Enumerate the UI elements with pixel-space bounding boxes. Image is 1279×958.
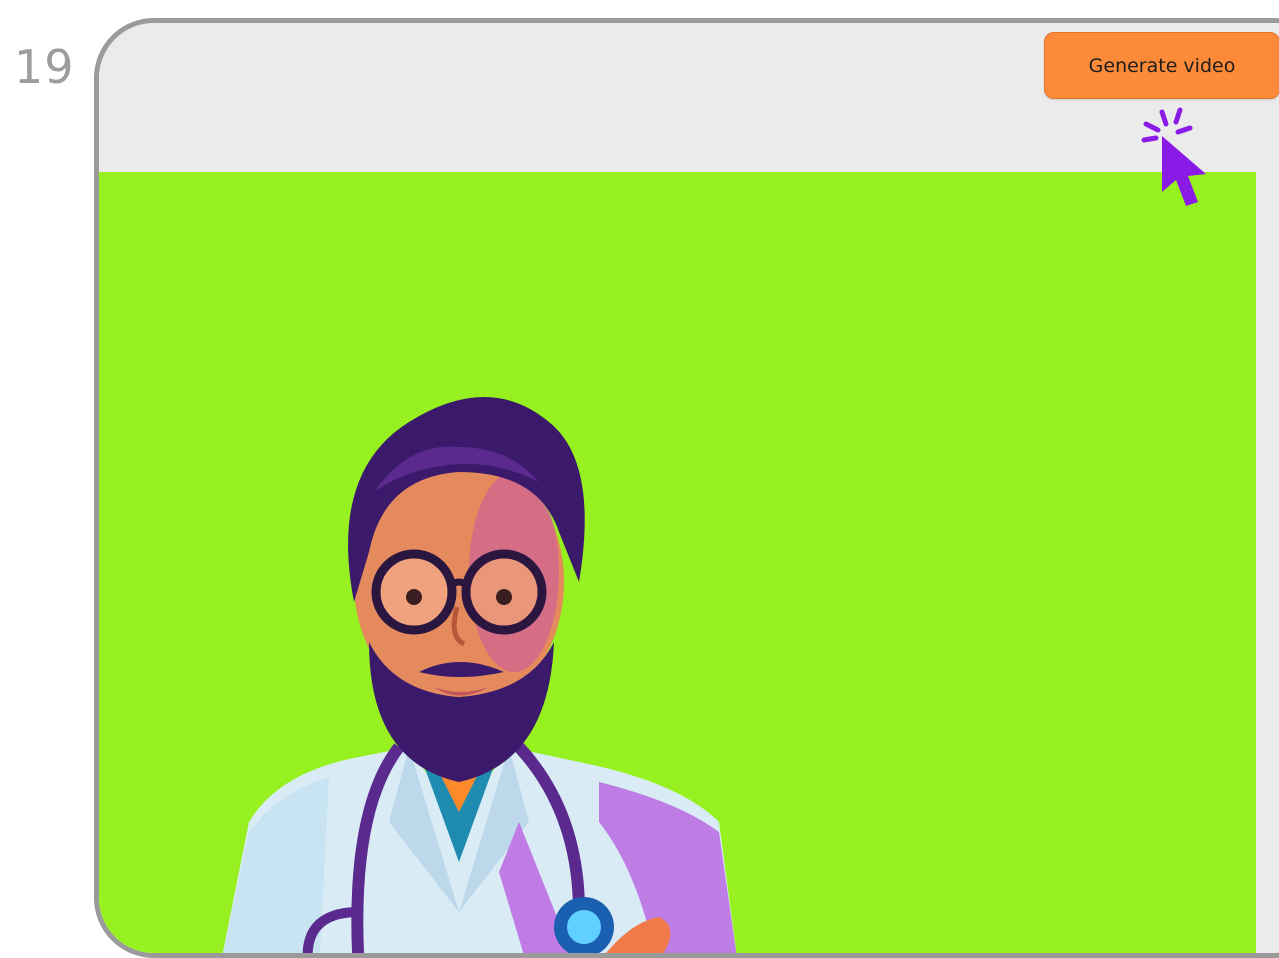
video-canvas[interactable] — [99, 172, 1256, 953]
generate-video-button[interactable]: Generate video — [1044, 32, 1279, 99]
doctor-avatar-illustration — [222, 397, 737, 953]
step-number: 19 — [14, 40, 75, 94]
app-window: Generate video — [94, 18, 1279, 958]
click-cursor-icon — [1141, 107, 1206, 206]
toolbar: Generate video — [99, 23, 1279, 172]
